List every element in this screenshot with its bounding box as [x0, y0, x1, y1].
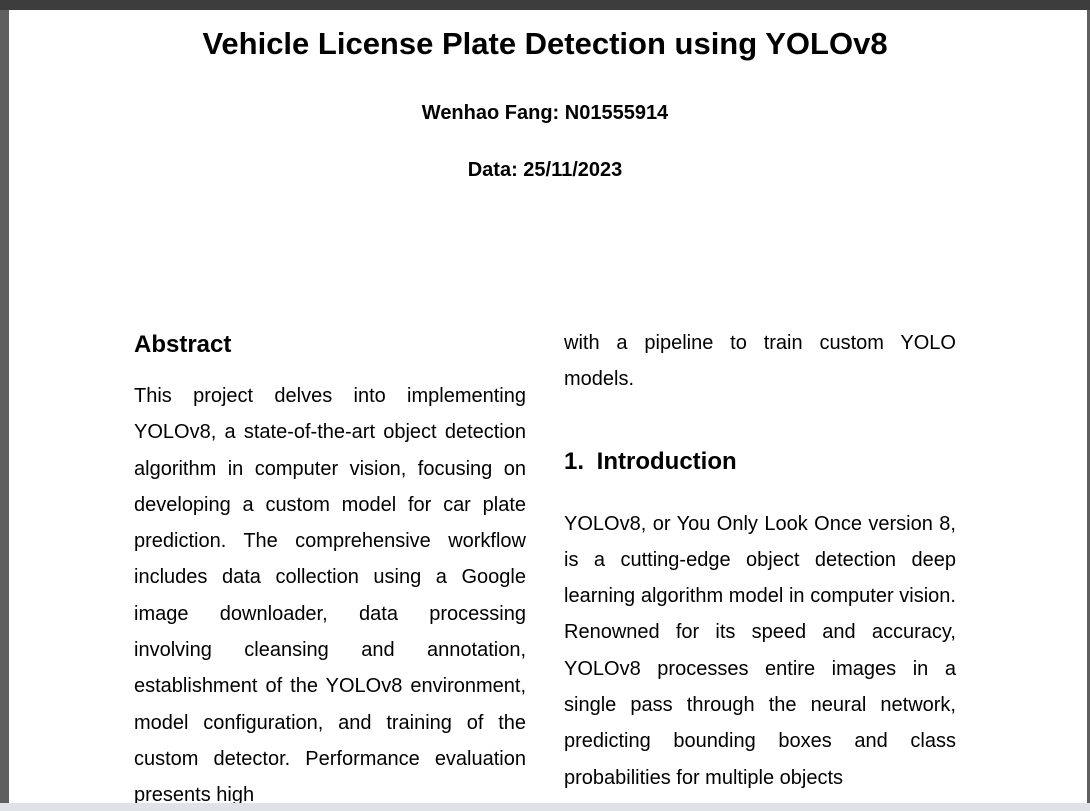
- abstract-continuation: with a pipeline to train custom YOLO mod…: [564, 332, 956, 391]
- abstract-heading: Abstract: [134, 331, 232, 358]
- introduction-heading: 1. Introduction: [564, 447, 737, 475]
- document-title: Vehicle License Plate Detection using YO…: [202, 26, 888, 61]
- date-line: Data: 25/11/2023: [467, 159, 623, 181]
- document-page: Vehicle License Plate Detection using YO…: [9, 10, 1087, 811]
- pdf-viewer: Vehicle License Plate Detection using YO…: [0, 0, 1090, 811]
- right-column: with a pipeline to train custom YOLO mod…: [564, 325, 956, 796]
- introduction-paragraph: YOLOv8, or You Only Look Once version 8,…: [564, 512, 956, 789]
- viewer-bottom-strip: [0, 803, 1090, 811]
- left-column: Abstract This project delves into implem…: [134, 327, 526, 811]
- author-line: Wenhao Fang: N01555914: [421, 102, 669, 124]
- abstract-paragraph: This project delves into implementing YO…: [134, 385, 526, 807]
- viewer-toolbar-strip: [0, 0, 1090, 10]
